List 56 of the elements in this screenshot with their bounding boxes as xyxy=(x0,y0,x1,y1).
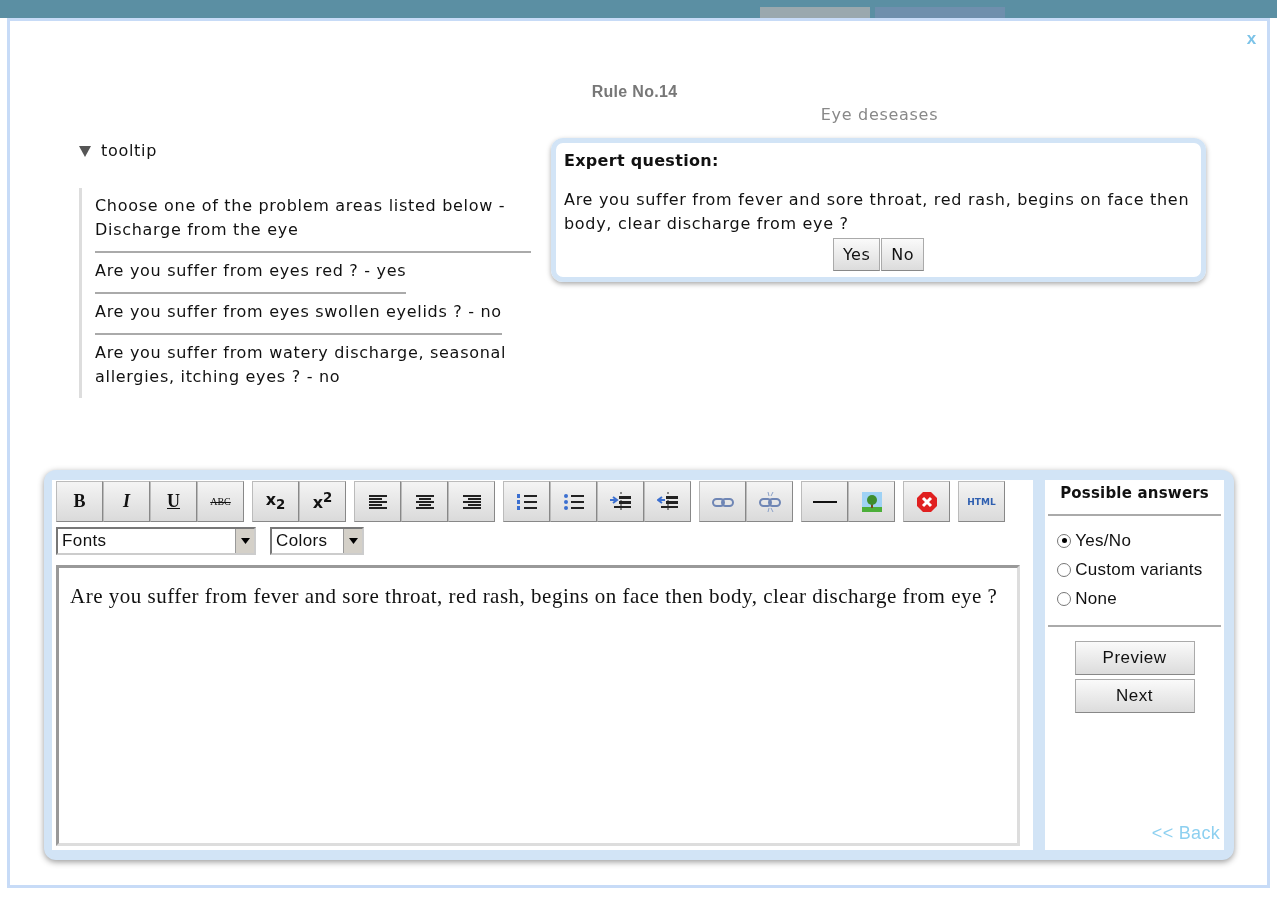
answer-history-item: Are you suffer from eyes red ? - yes xyxy=(95,253,407,294)
question-text: Are you suffer from fever and sore throat, red rash, begins on face then body, clear discharge from eye ? xyxy=(564,189,1191,235)
outdent-icon xyxy=(656,491,679,512)
answers-heading: Possible answers xyxy=(1059,484,1210,502)
italic-button[interactable]: I xyxy=(103,481,150,522)
caret-icon xyxy=(348,538,358,544)
radio-button[interactable] xyxy=(1057,562,1072,577)
bullet-list-button[interactable] xyxy=(550,481,597,522)
caret-icon xyxy=(240,538,250,544)
action-button[interactable]: Next xyxy=(1074,679,1195,713)
html-button[interactable]: HTML xyxy=(958,481,1005,522)
ordered-list-button[interactable] xyxy=(503,481,550,522)
align-right-button[interactable] xyxy=(448,481,495,522)
colors-dropdown[interactable]: Colors xyxy=(270,527,364,555)
tree-picture-icon xyxy=(861,491,882,512)
fonts-dropdown[interactable]: Fonts xyxy=(56,527,256,555)
answer-history-item: Are you suffer from eyes swollen eyelids ? - no xyxy=(95,294,502,335)
indent-icon xyxy=(609,491,632,512)
align-left-button[interactable] xyxy=(354,481,401,522)
bold-button[interactable]: B xyxy=(56,481,103,522)
outdent-button[interactable] xyxy=(644,481,691,522)
rule-button[interactable] xyxy=(801,481,848,522)
broken-link-icon xyxy=(757,490,782,513)
triangle-icon[interactable] xyxy=(79,144,91,157)
radio-label[interactable]: Yes/No xyxy=(1075,530,1132,551)
answer-button[interactable]: No xyxy=(881,238,925,271)
answer-history-item: Are you suffer from watery discharge, seasonal allergies, itching eyes ? - no xyxy=(95,342,508,388)
superscript-button[interactable]: x$^{2}$ xyxy=(299,481,346,522)
answer-history-item: Choose one of the problem areas listed below - Discharge from the eye xyxy=(95,188,531,253)
dialog-title: Rule No.14 xyxy=(591,83,678,100)
remove-button[interactable] xyxy=(903,481,950,522)
action-button[interactable]: Preview xyxy=(1074,641,1195,675)
question-heading: Expert question: xyxy=(564,151,720,170)
radio-button[interactable] xyxy=(1057,591,1072,606)
category-label: Eye deseases xyxy=(820,105,939,124)
editor-area[interactable]: Are you suffer from fever and sore throat, red rash, begins on face then body, clear discharge from eye ? xyxy=(56,565,1020,846)
bullet-list-icon xyxy=(562,492,585,511)
tooltip-toggle[interactable]: tooltip xyxy=(101,141,158,160)
underline-button[interactable]: U xyxy=(150,481,197,522)
answer-button[interactable]: Yes xyxy=(832,238,881,271)
radio-label[interactable]: None xyxy=(1075,588,1117,609)
align-left-icon xyxy=(368,494,387,509)
unlink-button[interactable] xyxy=(746,481,793,522)
indent-button[interactable] xyxy=(597,481,644,522)
close-icon xyxy=(915,490,938,513)
image-button[interactable] xyxy=(848,481,895,522)
subscript-button[interactable]: x$_{2}$ xyxy=(252,481,299,522)
editor-text: Are you suffer from fever and sore throat, red rash, begins on face then body, clear discharge from eye ? xyxy=(70,583,999,610)
radio-button[interactable] xyxy=(1057,533,1072,548)
numbered-list-icon xyxy=(515,492,538,511)
align-right-icon xyxy=(462,494,481,509)
strike-button[interactable]: ABC xyxy=(197,481,244,522)
link-button[interactable] xyxy=(699,481,746,522)
align-center-button[interactable] xyxy=(401,481,448,522)
radio-label[interactable]: Custom variants xyxy=(1075,559,1203,580)
align-center-icon xyxy=(415,494,434,509)
